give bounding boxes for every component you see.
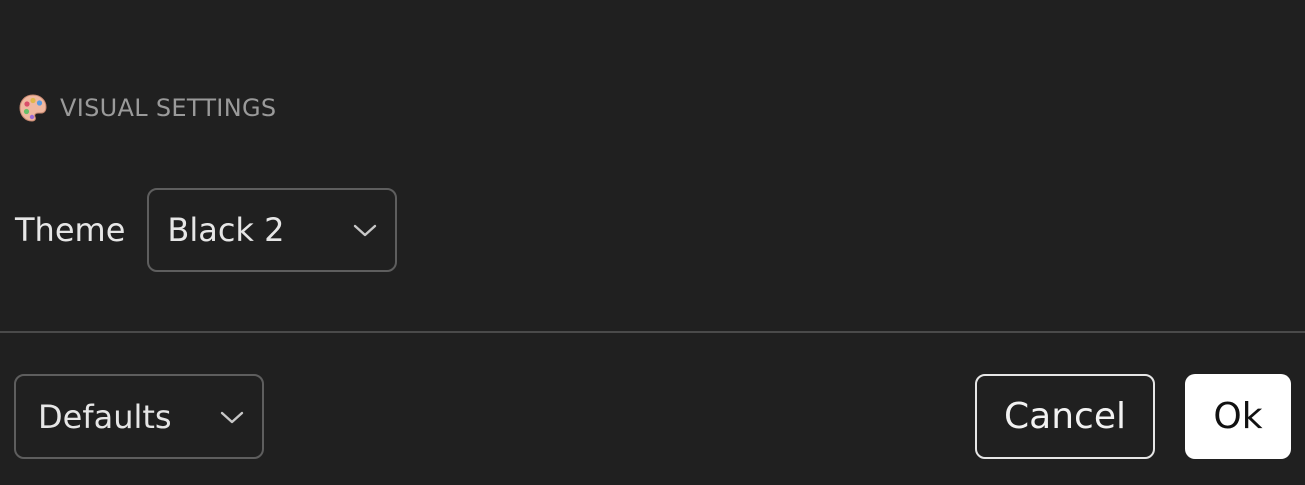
section-header: VISUAL SETTINGS [18,92,276,124]
ok-button[interactable]: Ok [1185,374,1291,459]
section-title: VISUAL SETTINGS [60,94,277,122]
theme-select[interactable]: Black 2 [147,188,398,272]
chevron-down-icon [353,223,377,237]
cancel-button[interactable]: Cancel [975,374,1155,459]
artist-palette-icon [18,93,48,123]
footer-divider [0,331,1305,333]
chevron-down-icon [220,410,244,424]
visual-settings-dialog: VISUAL SETTINGS Theme Black 2 Defaults C… [0,0,1305,485]
theme-select-value: Black 2 [167,211,285,249]
theme-label: Theme [15,211,126,249]
defaults-select[interactable]: Defaults [14,374,264,459]
defaults-select-value: Defaults [38,397,172,436]
theme-row: Theme Black 2 [15,188,398,272]
